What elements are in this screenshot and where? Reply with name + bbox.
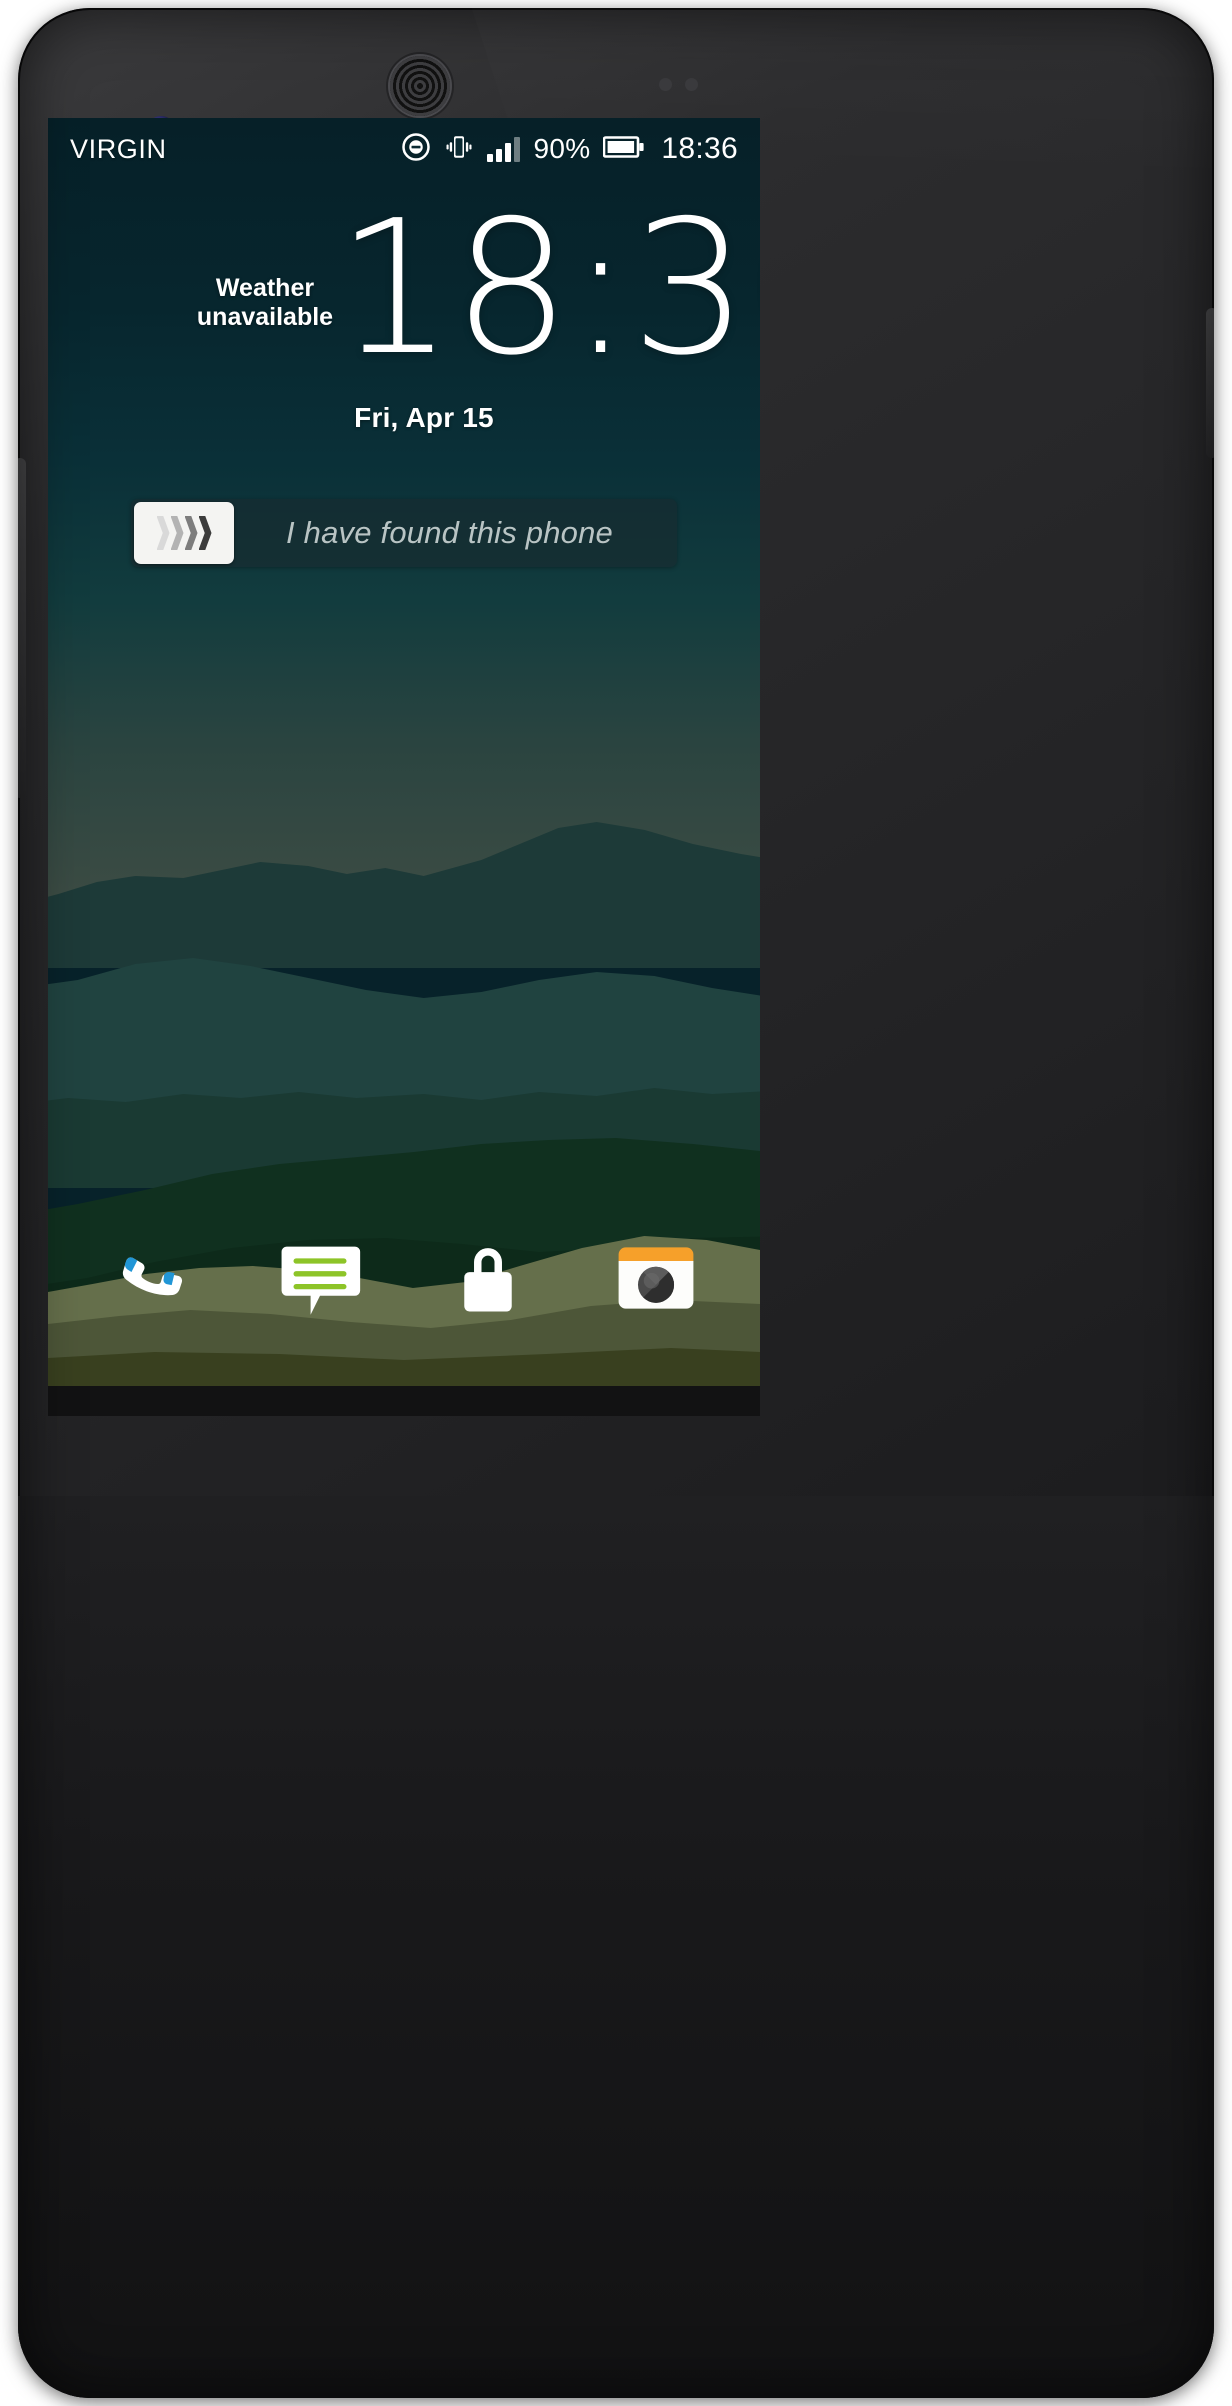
battery-full-icon [603, 135, 645, 164]
status-bar-clock: 18:36 [661, 132, 738, 165]
chevrons-right-icon [156, 516, 212, 550]
screen-bottom-bezel [48, 1386, 760, 1416]
lock-screen-dock [48, 1232, 760, 1324]
messaging-app-icon[interactable] [274, 1232, 366, 1324]
vibrate-mode-icon [444, 132, 474, 167]
light-sensor-icon [685, 78, 698, 91]
proximity-sensor-icon [659, 78, 672, 91]
lock-screen-date: Fri, Apr 15 [354, 402, 494, 433]
volume-rocker[interactable] [18, 458, 26, 798]
unlock-lock-icon[interactable] [442, 1232, 534, 1324]
weather-line-2: unavailable [196, 303, 334, 331]
do-not-disturb-icon [401, 132, 431, 167]
camera-app-icon[interactable] [610, 1232, 702, 1324]
device-bottom-face [18, 1496, 1214, 2398]
phone-device: VIRGIN 90% 18:36 Weather unavailable 18:… [18, 8, 1214, 2398]
clock-widget[interactable]: Weather unavailable 18:36 [74, 196, 760, 404]
found-phone-message: I have found this phone [286, 515, 613, 550]
weather-line-1: Weather [215, 274, 315, 302]
status-bar: VIRGIN 90% 18:36 [48, 118, 760, 180]
status-bar-icons: 90% 18:36 [401, 132, 738, 167]
lock-screen-clock: 18:36 [336, 180, 760, 396]
slider-handle[interactable] [134, 502, 234, 564]
carrier-label: VIRGIN [70, 133, 167, 164]
weather-widget[interactable]: Weather unavailable [170, 274, 360, 332]
cellular-signal-icon [487, 136, 521, 162]
lock-screen-content: Weather unavailable 18:36 Fri, Apr 15 I … [48, 196, 760, 567]
power-button[interactable] [1206, 308, 1214, 458]
found-phone-slider[interactable]: I have found this phone [131, 499, 677, 567]
battery-percent-label: 90% [533, 133, 591, 164]
earpiece-speaker-icon [390, 56, 450, 116]
phone-screen[interactable]: VIRGIN 90% 18:36 Weather unavailable 18:… [48, 118, 760, 1386]
phone-app-icon[interactable] [106, 1232, 198, 1324]
